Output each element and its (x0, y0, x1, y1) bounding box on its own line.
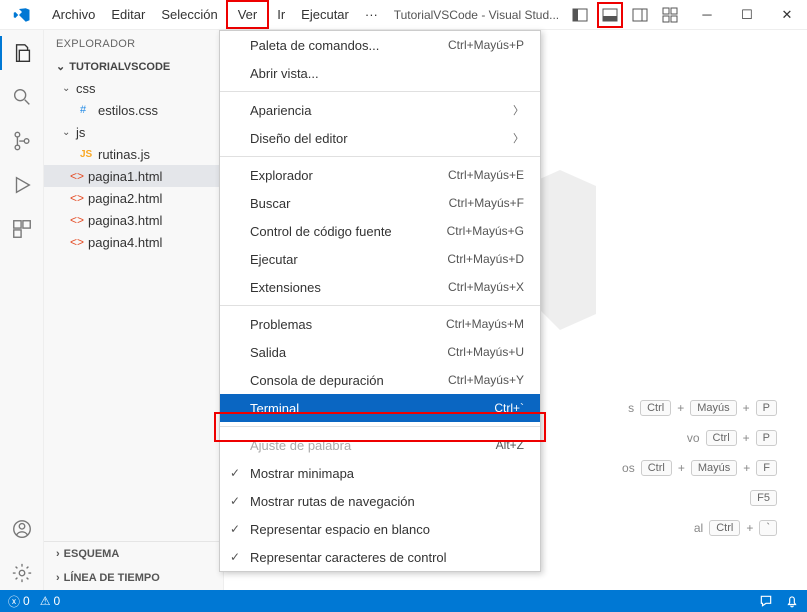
file-label: pagina4.html (88, 235, 162, 250)
menu-item-salida[interactable]: SalidaCtrl+Mayús+U (220, 338, 540, 366)
menu-ejecutar[interactable]: Ejecutar (293, 0, 357, 29)
layout-panel-bottom-icon[interactable] (597, 2, 623, 28)
minimize-button[interactable]: ─ (687, 0, 727, 30)
file-pagina3-html[interactable]: <>pagina3.html (44, 209, 223, 231)
layout-sidebar-left-icon[interactable] (567, 2, 593, 28)
menu-item-espacio[interactable]: ✓Representar espacio en blanco (220, 515, 540, 543)
folder-css[interactable]: ⌄css (44, 77, 223, 99)
window-controls: ─ ☐ ✕ (687, 0, 807, 30)
hint-3: osCtrl+Mayús+F (622, 460, 777, 476)
explorer-title: EXPLORADOR (44, 30, 223, 56)
file-label: estilos.css (98, 103, 158, 118)
folder-label: css (76, 81, 96, 96)
activity-explorer-icon[interactable] (0, 36, 44, 70)
error-icon: ⓧ (8, 593, 20, 610)
close-button[interactable]: ✕ (767, 0, 807, 30)
ver-dropdown-menu: Paleta de comandos...Ctrl+Mayús+P Abrir … (219, 30, 541, 572)
section-label: LÍNEA DE TIEMPO (64, 572, 160, 584)
file-tree: ⌄css #estilos.css ⌄js JSrutinas.js <>pag… (44, 77, 223, 253)
maximize-button[interactable]: ☐ (727, 0, 767, 30)
file-label: rutinas.js (98, 147, 150, 162)
menu-item-ejecutar[interactable]: EjecutarCtrl+Mayús+D (220, 245, 540, 273)
file-label: pagina3.html (88, 213, 162, 228)
warning-icon: ⚠ (40, 594, 51, 608)
folder-js[interactable]: ⌄js (44, 121, 223, 143)
vscode-logo-icon (0, 6, 44, 24)
menu-item-diseno[interactable]: Diseño del editor〉 (220, 124, 540, 152)
activity-account-icon[interactable] (0, 512, 44, 546)
menu-bar: Archivo Editar Selección Ver Ir Ejecutar… (44, 0, 386, 29)
menu-item-paleta[interactable]: Paleta de comandos...Ctrl+Mayús+P (220, 31, 540, 59)
layout-sidebar-right-icon[interactable] (627, 2, 653, 28)
project-header[interactable]: ⌄TUTORIALVSCODE (44, 56, 223, 77)
file-pagina4-html[interactable]: <>pagina4.html (44, 231, 223, 253)
activity-run-icon[interactable] (0, 168, 44, 202)
file-label: pagina1.html (88, 169, 162, 184)
layout-controls (567, 2, 687, 28)
hint-2: voCtrl+P (622, 430, 777, 446)
hint-4: F5 (622, 490, 777, 506)
activity-source-control-icon[interactable] (0, 124, 44, 158)
status-feedback-icon[interactable] (759, 594, 773, 608)
menu-item-problemas[interactable]: ProblemasCtrl+Mayús+M (220, 310, 540, 338)
menu-editar[interactable]: Editar (103, 0, 153, 29)
file-pagina2-html[interactable]: <>pagina2.html (44, 187, 223, 209)
menu-item-explorador[interactable]: ExploradorCtrl+Mayús+E (220, 161, 540, 189)
hint-5: alCtrl+` (622, 520, 777, 536)
outline-section[interactable]: ›ESQUEMA (44, 542, 223, 566)
status-errors[interactable]: ⓧ0 (8, 593, 30, 610)
welcome-hints: sCtrl+Mayús+P voCtrl+P osCtrl+Mayús+F F5… (622, 400, 777, 536)
sidebar-bottom: ›ESQUEMA ›LÍNEA DE TIEMPO (44, 541, 223, 590)
timeline-section[interactable]: ›LÍNEA DE TIEMPO (44, 566, 223, 590)
menu-item-apariencia[interactable]: Apariencia〉 (220, 96, 540, 124)
menu-item-ajuste-palabra[interactable]: Ajuste de palabraAlt+Z (220, 431, 540, 459)
menu-item-caracteres[interactable]: ✓Representar caracteres de control (220, 543, 540, 571)
file-rutinas-js[interactable]: JSrutinas.js (44, 143, 223, 165)
status-bar: ⓧ0 ⚠0 (0, 590, 807, 612)
status-warnings[interactable]: ⚠0 (40, 594, 60, 608)
activity-search-icon[interactable] (0, 80, 44, 114)
menu-archivo[interactable]: Archivo (44, 0, 103, 29)
activity-bar (0, 30, 44, 590)
title-bar: Archivo Editar Selección Ver Ir Ejecutar… (0, 0, 807, 30)
file-label: pagina2.html (88, 191, 162, 206)
activity-extensions-icon[interactable] (0, 212, 44, 246)
file-pagina1-html[interactable]: <>pagina1.html (44, 165, 223, 187)
section-label: ESQUEMA (64, 548, 120, 560)
status-bell-icon[interactable] (785, 594, 799, 608)
activity-settings-icon[interactable] (0, 556, 44, 590)
menu-seleccion[interactable]: Selección (153, 0, 225, 29)
menu-ver[interactable]: Ver (226, 0, 270, 29)
menu-item-terminal[interactable]: TerminalCtrl+` (220, 394, 540, 422)
menu-item-abrir-vista[interactable]: Abrir vista... (220, 59, 540, 87)
explorer-sidebar: EXPLORADOR ⌄TUTORIALVSCODE ⌄css #estilos… (44, 30, 224, 590)
folder-label: js (76, 125, 85, 140)
menu-item-consola[interactable]: Consola de depuraciónCtrl+Mayús+Y (220, 366, 540, 394)
menu-ir[interactable]: Ir (269, 0, 293, 29)
menu-more[interactable]: ··· (357, 0, 386, 29)
menu-item-control-codigo[interactable]: Control de código fuenteCtrl+Mayús+G (220, 217, 540, 245)
window-title: TutorialVSCode - Visual Stud... (386, 8, 567, 22)
hint-1: sCtrl+Mayús+P (622, 400, 777, 416)
menu-item-minimapa[interactable]: ✓Mostrar minimapa (220, 459, 540, 487)
menu-item-extensiones[interactable]: ExtensionesCtrl+Mayús+X (220, 273, 540, 301)
file-estilos-css[interactable]: #estilos.css (44, 99, 223, 121)
menu-item-buscar[interactable]: BuscarCtrl+Mayús+F (220, 189, 540, 217)
customize-layout-icon[interactable] (657, 2, 683, 28)
menu-item-rutas[interactable]: ✓Mostrar rutas de navegación (220, 487, 540, 515)
project-name: TUTORIALVSCODE (69, 61, 170, 73)
